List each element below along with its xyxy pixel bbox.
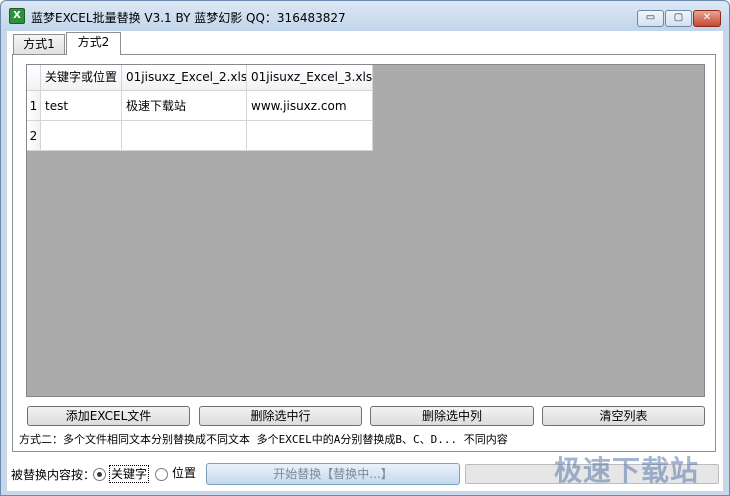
grid-cell[interactable] xyxy=(247,121,373,151)
clear-list-button[interactable]: 清空列表 xyxy=(542,406,705,426)
minimize-button[interactable]: ▭ xyxy=(637,10,664,27)
grid-corner xyxy=(27,65,41,90)
start-replace-button[interactable]: 开始替换【替换中...】 xyxy=(206,463,460,485)
close-button[interactable]: ✕ xyxy=(693,10,721,27)
column-header-keyword[interactable]: 关键字或位置 xyxy=(41,65,122,90)
replace-grid[interactable]: 关键字或位置 01jisuxz_Excel_2.xls 01jisuxz_Exc… xyxy=(26,64,705,397)
grid-cell[interactable]: test xyxy=(41,91,122,121)
title-bar[interactable]: X 蓝梦EXCEL批量替换 V3.1 BY 蓝梦幻影 QQ：316483827 … xyxy=(1,1,729,31)
watermark-logo: 极速下载站 xyxy=(554,454,700,487)
column-header-file-3[interactable]: 01jisuxz_Excel_3.xls xyxy=(247,65,373,90)
grid-header: 关键字或位置 01jisuxz_Excel_2.xls 01jisuxz_Exc… xyxy=(27,65,373,91)
grid-cell[interactable] xyxy=(122,121,247,151)
grid-cell[interactable]: 极速下载站 xyxy=(122,91,247,121)
table-row[interactable]: 1 test 极速下载站 www.jisuxz.com xyxy=(27,91,373,121)
delete-column-button[interactable]: 删除选中列 xyxy=(370,406,534,426)
column-header-file-2[interactable]: 01jisuxz_Excel_2.xls xyxy=(122,65,247,90)
keyword-radio-label[interactable]: 关键字 xyxy=(109,465,150,483)
app-window: X 蓝梦EXCEL批量替换 V3.1 BY 蓝梦幻影 QQ：316483827 … xyxy=(0,0,730,496)
tab-panel-method-2: 关键字或位置 01jisuxz_Excel_2.xls 01jisuxz_Exc… xyxy=(12,54,716,452)
delete-row-button[interactable]: 删除选中行 xyxy=(199,406,362,426)
window-title: 蓝梦EXCEL批量替换 V3.1 BY 蓝梦幻影 QQ：316483827 xyxy=(31,11,346,25)
tab-method-1[interactable]: 方式1 xyxy=(13,34,65,54)
table-row[interactable]: 2 xyxy=(27,121,373,151)
row-header[interactable]: 2 xyxy=(27,121,41,151)
method-description: 方式二：多个文件相同文本分别替换成不同文本 多个EXCEL中的A分别替换成B、C… xyxy=(19,433,508,446)
maximize-button[interactable]: ▢ xyxy=(665,10,692,27)
keyword-radio[interactable] xyxy=(93,468,106,481)
position-radio-label[interactable]: 位置 xyxy=(172,465,196,483)
add-excel-button[interactable]: 添加EXCEL文件 xyxy=(27,406,190,426)
position-radio[interactable] xyxy=(155,468,168,481)
grid-cell[interactable]: www.jisuxz.com xyxy=(247,91,373,121)
tab-method-2[interactable]: 方式2 xyxy=(66,32,121,55)
replace-by-label: 被替换内容按： xyxy=(11,468,96,482)
grid-cell[interactable] xyxy=(41,121,122,151)
row-header[interactable]: 1 xyxy=(27,91,41,121)
excel-app-icon: X xyxy=(9,8,25,24)
client-area: 方式1 方式2 关键字或位置 01jisuxz_Excel_2.xls 01ji… xyxy=(7,31,723,491)
